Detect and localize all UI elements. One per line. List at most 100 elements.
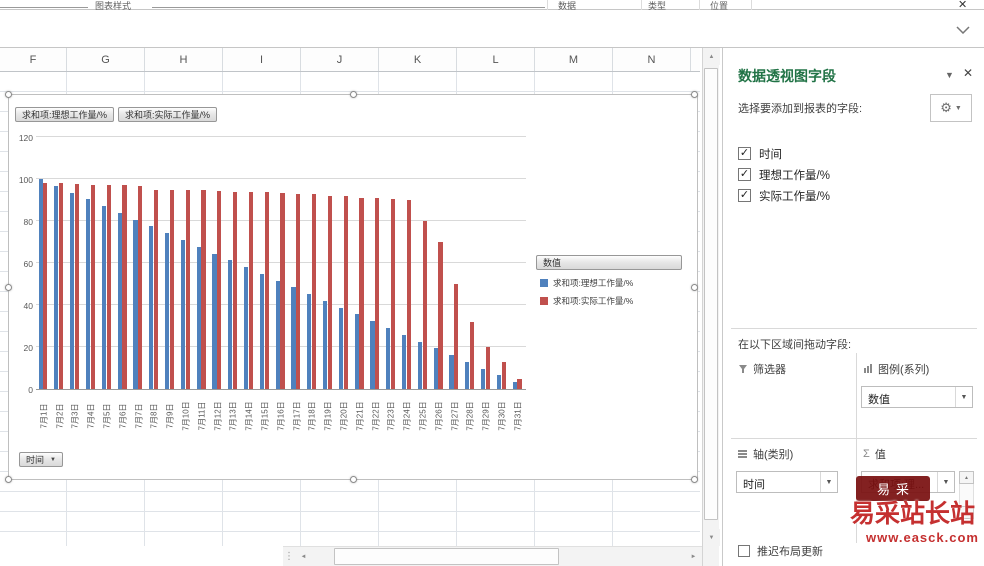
column-header-N[interactable]: N [613,48,691,71]
defer-layout-row[interactable]: 推迟布局更新 [738,543,823,559]
bar-series-1 [90,185,95,389]
axis-field-button[interactable]: 时间 ▼ [19,452,63,467]
resize-handle[interactable] [5,91,12,98]
column-header-H[interactable]: H [145,48,223,71]
column-header-F[interactable]: F [0,48,67,71]
tools-button[interactable]: ⚙ ▼ [930,94,972,122]
x-tick-label: 7月11日 [197,401,207,431]
resize-handle[interactable] [5,476,12,483]
resize-handle[interactable] [691,476,698,483]
axis-area-field-label: 时间 [743,479,765,491]
column-header-G[interactable]: G [67,48,145,71]
gallery-edge [152,7,545,8]
vertical-scrollbar-thumb[interactable] [704,68,718,520]
field-checkbox-row[interactable]: ✓ 实际工作量/% [738,185,830,206]
excel-window: 图表样式 数据 类型 位置 ✕ FGHIJKLMN 求和项:理想工作量/% 求和项… [0,0,984,566]
axis-area-field[interactable]: 时间 ▼ [736,471,838,493]
resize-handle[interactable] [691,284,698,291]
chevron-down-icon: ▼ [955,387,972,407]
bar-series-0 [386,328,391,389]
field-checkbox[interactable]: ✓ [738,168,751,181]
sigma-icon: Σ [863,448,870,460]
legend-field-button[interactable]: 数值 [536,255,682,270]
ribbon-separator [699,0,700,10]
rows-icon [738,450,747,458]
x-tick-label: 7月17日 [292,401,302,431]
bar-series-1 [43,183,48,389]
x-tick-label: 7月23日 [386,401,396,431]
field-checkbox-row[interactable]: ✓ 理想工作量/% [738,164,830,185]
bar-series-0 [354,314,359,389]
column-header-K[interactable]: K [379,48,457,71]
x-tick-label: 7月19日 [323,401,333,431]
values-area-header: Σ 值 [863,446,886,462]
chart-field-button[interactable]: 求和项:实际工作量/% [118,107,218,122]
legend-area-field[interactable]: 数值 ▼ [861,386,973,408]
bar-series-0 [496,375,502,389]
column-header-I[interactable]: I [223,48,301,71]
filters-area-header: 筛选器 [738,361,786,377]
resize-handle[interactable] [350,91,357,98]
vertical-scrollbar[interactable]: ▲ ▼ [702,48,720,546]
x-tick-label: 7月13日 [228,401,238,431]
column-header-M[interactable]: M [535,48,613,71]
column-header-L[interactable]: L [457,48,535,71]
column-header-J[interactable]: J [301,48,379,71]
field-checkbox[interactable]: ✓ [738,147,751,160]
gallery-row [0,10,984,48]
legend-label: 求和项:理想工作量/% [553,278,634,288]
bar-series-0 [370,321,375,389]
bar-series-1 [391,198,396,389]
bar-series-1 [264,191,269,389]
mini-scroll-up-button[interactable]: ▲ [959,471,974,484]
bar-series-0 [180,239,185,389]
legend-entry: 求和项:理想工作量/% [536,277,682,289]
pane-subtitle: 选择要添加到报表的字段: [738,103,863,115]
chart-field-button[interactable]: 求和项:理想工作量/% [15,107,115,122]
scroll-down-button[interactable]: ▼ [703,529,720,546]
y-tick-label: 120 [18,133,33,143]
watermark-url: www.easck.com [866,530,979,545]
y-tick-label: 80 [23,217,33,227]
bar-series-0 [323,301,328,389]
horizontal-scrollbar[interactable]: ⋮ ◄ ► [283,546,702,566]
pivot-chart[interactable]: 求和项:理想工作量/% 求和项:实际工作量/% 0 20 40 60 80 100 120 7… [5,91,698,483]
field-checkbox[interactable]: ✓ [738,189,751,202]
x-tick-label: 7月31日 [513,401,523,431]
bar-series-1 [375,197,380,389]
ribbon-separator [641,0,642,10]
bar-series-1 [201,189,206,389]
field-checkbox-row[interactable]: ✓ 时间 [738,143,830,164]
scroll-right-button[interactable]: ► [685,547,702,566]
scroll-up-button[interactable]: ▲ [703,48,720,65]
pane-options-icon[interactable]: ▼ [945,70,954,80]
y-tick-label: 100 [18,175,33,185]
pivotchart-fields-pane: 数据透视图字段 ▼ ✕ 选择要添加到报表的字段: ⚙ ▼ ✓ 时间 ✓ 理想工作量/%… [722,48,984,566]
scroll-down-icon: ▼ [708,534,715,541]
x-tick-label: 7月7日 [134,403,144,429]
resize-handle[interactable] [350,476,357,483]
horizontal-scrollbar-thumb[interactable] [334,547,559,565]
scroll-left-button[interactable]: ◄ [295,547,312,566]
field-label: 时间 [759,148,782,161]
divider [731,438,977,439]
axis-field-label: 时间 [26,455,45,465]
x-tick-label: 7月25日 [418,401,428,431]
bar-series-0 [38,179,43,389]
bar-series-0 [212,253,217,389]
bar-series-1 [438,242,443,389]
resize-handle[interactable] [691,91,698,98]
bar-series-1 [153,189,159,389]
gallery-more-button[interactable] [950,18,976,42]
x-tick-label: 7月21日 [355,401,365,431]
defer-layout-checkbox[interactable] [738,545,750,557]
horizontal-scrollbar-track[interactable] [312,547,685,566]
bar-series-1 [359,197,364,389]
column-headers: FGHIJKLMN [0,48,700,72]
pane-close-icon[interactable]: ✕ [963,66,973,80]
x-tick-label: 7月1日 [39,403,49,429]
x-axis-labels: 7月1日 7月2日 7月3日 7月4日 7月5日 7月6日 7月7日 7月8日 7月9日 7月10… [36,392,526,444]
x-tick-label: 7月3日 [70,403,80,429]
scrollbar-resize-handle[interactable]: ⋮ [283,551,295,562]
y-axis: 0 20 40 60 80 100 120 [11,133,33,395]
